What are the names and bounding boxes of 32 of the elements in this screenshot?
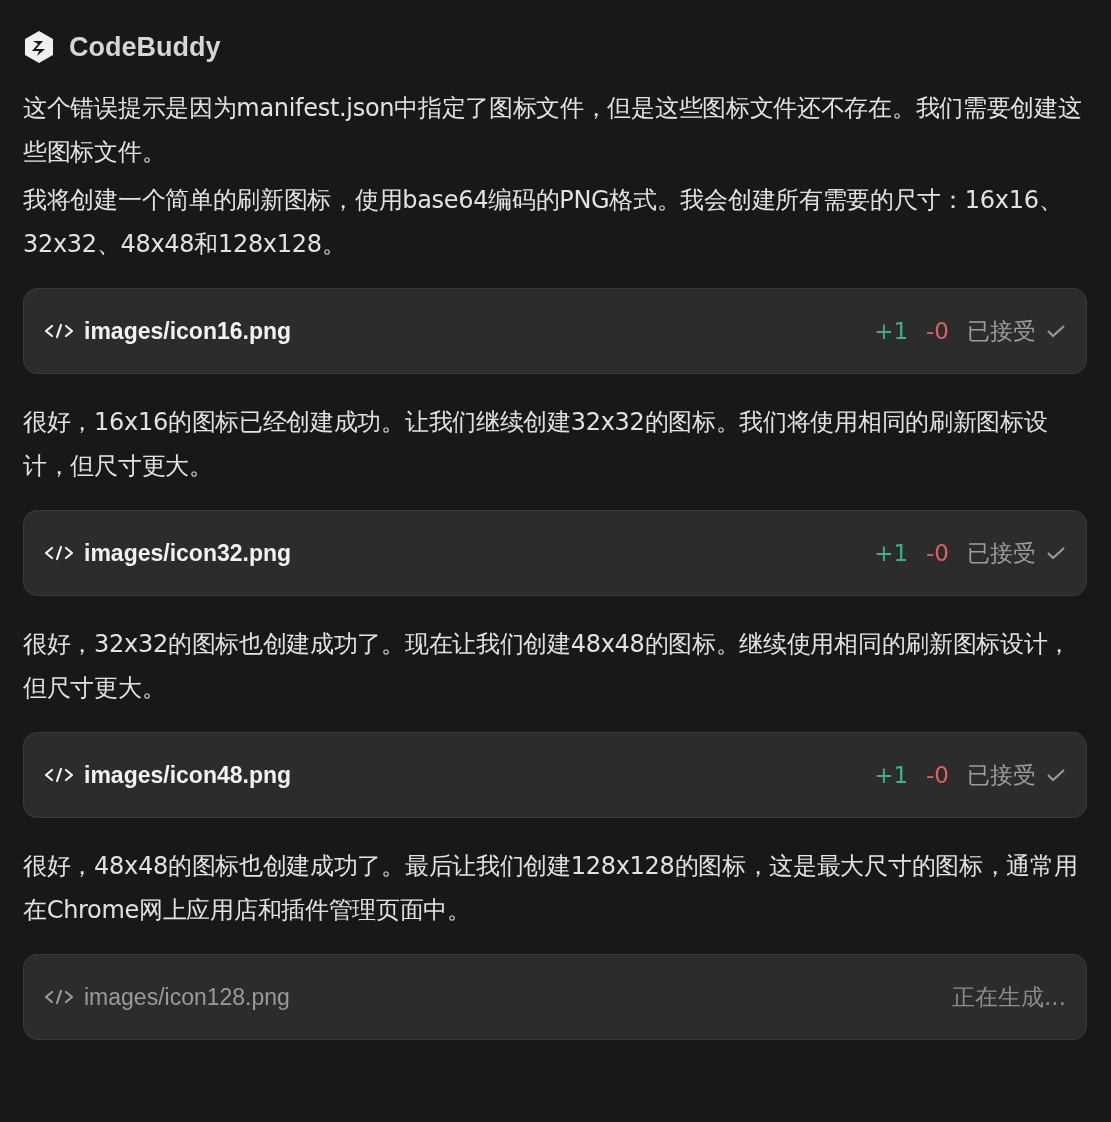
check-icon [1046, 324, 1066, 338]
file-path: images/icon16.png [84, 317, 293, 345]
removed-count: -0 [926, 540, 949, 566]
removed-count: -0 [926, 762, 949, 788]
file-path: images/icon128.png [84, 983, 291, 1011]
code-icon [44, 545, 74, 561]
check-icon [1046, 546, 1066, 560]
message-text: 很好，48x48的图标也创建成功了。最后让我们创建128x128的图标，这是最大尺寸的图标，通常用在Chrome网上应用店和插件管理页面中。 [23, 851, 1079, 926]
status-label: 已接受 [967, 760, 1036, 790]
removed-count: -0 [926, 318, 949, 344]
file-path: images/icon48.png [84, 761, 293, 789]
app-title: CodeBuddy [69, 31, 221, 63]
added-count: +1 [874, 762, 909, 788]
added-count: +1 [874, 540, 909, 566]
file-path: images/icon32.png [84, 539, 293, 567]
status-label: 已接受 [967, 316, 1036, 346]
file-card[interactable]: images/icon16.png +1 -0 已接受 [23, 288, 1087, 374]
file-card[interactable]: images/icon48.png +1 -0 已接受 [23, 732, 1087, 818]
file-card[interactable]: images/icon128.png 正在生成... [23, 954, 1087, 1040]
code-icon [44, 989, 74, 1005]
message-text: 很好，32x32的图标也创建成功了。现在让我们创建48x48的图标。继续使用相同的刷新图标设计，但尺寸更大。 [23, 629, 1073, 704]
message-text: 我将创建一个简单的刷新图标，使用base64编码的PNG格式。我会创建所有需要的尺寸：16x16、32x32、48x48和128x128。 [23, 185, 1064, 260]
status-label: 已接受 [967, 538, 1036, 568]
message-text: 很好，16x16的图标已经创建成功。让我们继续创建32x32的图标。我们将使用相同的刷新图标设计，但尺寸更大。 [23, 407, 1049, 482]
status-label: 正在生成... [952, 982, 1066, 1012]
logo-icon [23, 30, 55, 64]
file-card[interactable]: images/icon32.png +1 -0 已接受 [23, 510, 1087, 596]
code-icon [44, 767, 74, 783]
check-icon [1046, 768, 1066, 782]
added-count: +1 [874, 318, 909, 344]
code-icon [44, 323, 74, 339]
message-text: 这个错误提示是因为manifest.json中指定了图标文件，但是这些图标文件还不存在。我们需要创建这些图标文件。 [23, 93, 1083, 168]
